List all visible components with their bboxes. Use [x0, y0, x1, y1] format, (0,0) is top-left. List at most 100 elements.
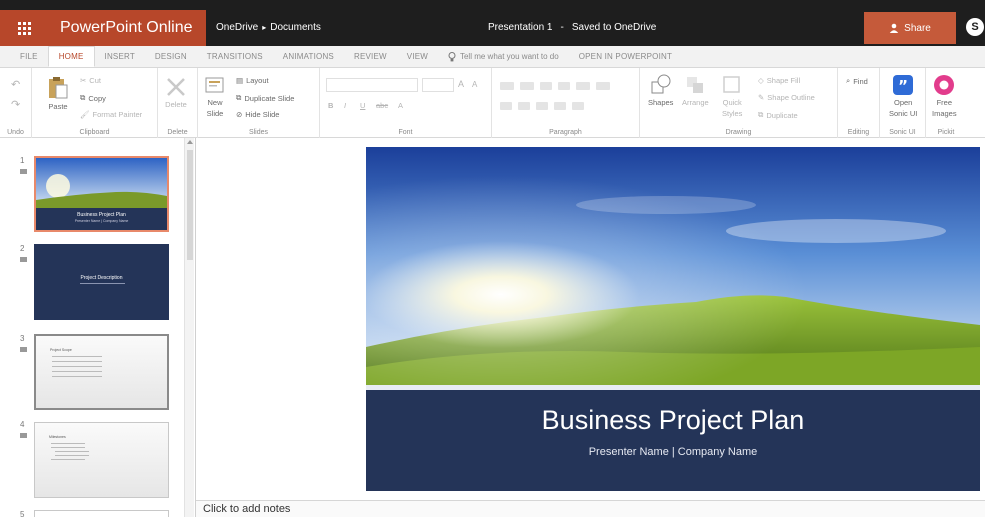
paragraph-group-label: Paragraph: [549, 129, 582, 136]
tab-review[interactable]: REVIEW: [344, 47, 397, 67]
section-icon: [20, 347, 27, 352]
decrease-indent-icon[interactable]: [540, 82, 552, 90]
duplicate-slide-button[interactable]: ⧉ Duplicate Slide: [236, 93, 294, 103]
duplicate-button[interactable]: ⧉ Duplicate: [758, 110, 798, 120]
search-icon: ⌕: [846, 76, 851, 85]
underline-icon[interactable]: U: [360, 101, 365, 110]
tab-insert[interactable]: INSERT: [95, 47, 145, 67]
current-slide[interactable]: Business Project Plan Presenter Name | C…: [366, 147, 980, 491]
bold-icon[interactable]: B: [328, 101, 333, 110]
shapes-button[interactable]: Shapes: [648, 74, 673, 107]
layout-button[interactable]: ▤ Layout: [236, 76, 269, 85]
shrink-font-icon[interactable]: A: [472, 80, 477, 89]
line-spacing-icon[interactable]: [596, 82, 610, 90]
undo-group-label: Undo: [7, 129, 24, 136]
slide-thumbnail-2[interactable]: Project Description: [34, 244, 169, 320]
align-right-icon[interactable]: [536, 102, 548, 110]
align-center-icon[interactable]: [518, 102, 530, 110]
slide-thumbnail-1[interactable]: Business Project Plan Presenter Name | C…: [34, 156, 169, 232]
format-painter-button[interactable]: 🖌 Format Painter: [80, 110, 142, 119]
ribbon-tabs: FILE HOME INSERT DESIGN TRANSITIONS ANIM…: [0, 46, 985, 68]
copy-button[interactable]: ⧉ Copy: [80, 93, 106, 103]
tab-home[interactable]: HOME: [47, 46, 95, 67]
undo-group: ↶ ↷ Undo: [0, 68, 32, 138]
shape-outline-button[interactable]: ✎ Shape Outline: [758, 93, 815, 102]
slide-thumbnail-5[interactable]: [34, 510, 169, 517]
waffle-icon: [17, 21, 31, 35]
font-color-icon[interactable]: A: [398, 101, 403, 110]
layout-label: Layout: [246, 76, 269, 85]
slide-title-text[interactable]: Business Project Plan: [366, 405, 980, 436]
arrange-button[interactable]: Arrange: [682, 74, 709, 107]
paste-button[interactable]: Paste: [48, 76, 68, 111]
bullets-icon[interactable]: [500, 82, 514, 90]
hide-slide-icon: ⊘: [236, 110, 243, 119]
skype-icon[interactable]: S: [966, 18, 984, 36]
delete-label: Delete: [165, 100, 187, 109]
numbering-icon[interactable]: [520, 82, 534, 90]
new-slide-button[interactable]: New Slide: [205, 76, 225, 118]
columns-icon[interactable]: [572, 102, 584, 110]
cut-button[interactable]: ✂ Cut: [80, 76, 101, 85]
grow-font-icon[interactable]: A: [458, 79, 464, 89]
tab-animations[interactable]: ANIMATIONS: [273, 47, 344, 67]
breadcrumb-onedrive[interactable]: OneDrive: [216, 22, 258, 33]
scrollbar-thumb[interactable]: [187, 150, 193, 260]
justify-icon[interactable]: [554, 102, 566, 110]
slide-landscape-image[interactable]: [366, 147, 980, 491]
text-direction-icon[interactable]: [576, 82, 590, 90]
tab-view[interactable]: VIEW: [397, 47, 438, 67]
quick-styles-button[interactable]: Quick Styles: [722, 74, 742, 118]
redo-icon[interactable]: ↷: [11, 98, 20, 111]
editing-group-label: Editing: [847, 129, 870, 136]
slide-thumbnail-panel: 1 Business Project Plan Presenter Name |…: [0, 138, 196, 517]
share-button[interactable]: Share: [864, 12, 956, 44]
hide-slide-button[interactable]: ⊘ Hide Slide: [236, 110, 279, 119]
scissors-icon: ✂: [80, 76, 87, 85]
italic-icon[interactable]: I: [344, 101, 346, 110]
open-in-powerpoint-link[interactable]: OPEN IN POWERPOINT: [569, 47, 682, 67]
slide-number: 1: [20, 156, 25, 165]
duplicate-slide-label: Duplicate Slide: [244, 93, 295, 103]
free-images-button[interactable]: Free Images: [932, 74, 957, 118]
thumbnail-scrollbar[interactable]: [184, 138, 194, 517]
shape-fill-button[interactable]: ◇ Shape Fill: [758, 76, 800, 85]
breadcrumb-documents[interactable]: Documents: [270, 22, 321, 33]
duplicate-slide-icon: ⧉: [236, 93, 242, 102]
breadcrumb-separator-icon: ▸: [262, 23, 267, 32]
slide-3-thumb-title: Project Scope: [50, 348, 72, 352]
paintbrush-icon: 🖌: [80, 110, 90, 119]
app-launcher-button[interactable]: [0, 10, 48, 46]
font-size-dropdown[interactable]: [422, 78, 454, 92]
tell-me-search[interactable]: Tell me what you want to do: [438, 47, 569, 67]
notes-pane[interactable]: Click to add notes: [196, 500, 985, 517]
font-name-dropdown[interactable]: [326, 78, 418, 92]
clipboard-group: Paste ✂ Cut ⧉ Copy 🖌 Format Painter Clipboa…: [32, 68, 158, 138]
svg-text:”: ”: [898, 77, 908, 95]
increase-indent-icon[interactable]: [558, 82, 570, 90]
slide-thumbnail-3[interactable]: Project Scope: [34, 334, 169, 410]
find-button[interactable]: ⌕ Find: [846, 76, 868, 86]
delete-button[interactable]: Delete: [165, 76, 187, 109]
arrange-label: Arrange: [682, 98, 709, 107]
quick-styles-label-line2: Styles: [722, 109, 743, 118]
open-sonic-button[interactable]: ” Open Sonic UI: [889, 74, 917, 118]
open-sonic-label-line2: Sonic UI: [889, 109, 918, 118]
delete-group-label: Delete: [167, 129, 188, 136]
open-sonic-label-line1: Open: [894, 98, 913, 107]
tab-file[interactable]: FILE: [10, 47, 48, 67]
lightbulb-icon: [448, 52, 456, 62]
scroll-up-arrow-icon[interactable]: [187, 140, 193, 144]
align-left-icon[interactable]: [500, 102, 512, 110]
undo-icon[interactable]: ↶: [11, 78, 20, 91]
slides-group: New Slide ▤ Layout ⧉ Duplicate Slide ⊘ Hide…: [198, 68, 320, 138]
tab-transitions[interactable]: TRANSITIONS: [197, 47, 273, 67]
slide-thumbnail-4[interactable]: Milestones: [34, 422, 169, 498]
strikethrough-icon[interactable]: abc: [376, 101, 388, 110]
tab-design[interactable]: DESIGN: [145, 47, 197, 67]
hide-slide-label: Hide Slide: [245, 110, 280, 119]
document-title[interactable]: Presentation 1: [488, 22, 553, 33]
slide-editing-area[interactable]: Business Project Plan Presenter Name | C…: [196, 138, 985, 500]
app-brand[interactable]: PowerPoint Online: [48, 10, 206, 46]
slide-subtitle-text[interactable]: Presenter Name | Company Name: [366, 446, 980, 458]
